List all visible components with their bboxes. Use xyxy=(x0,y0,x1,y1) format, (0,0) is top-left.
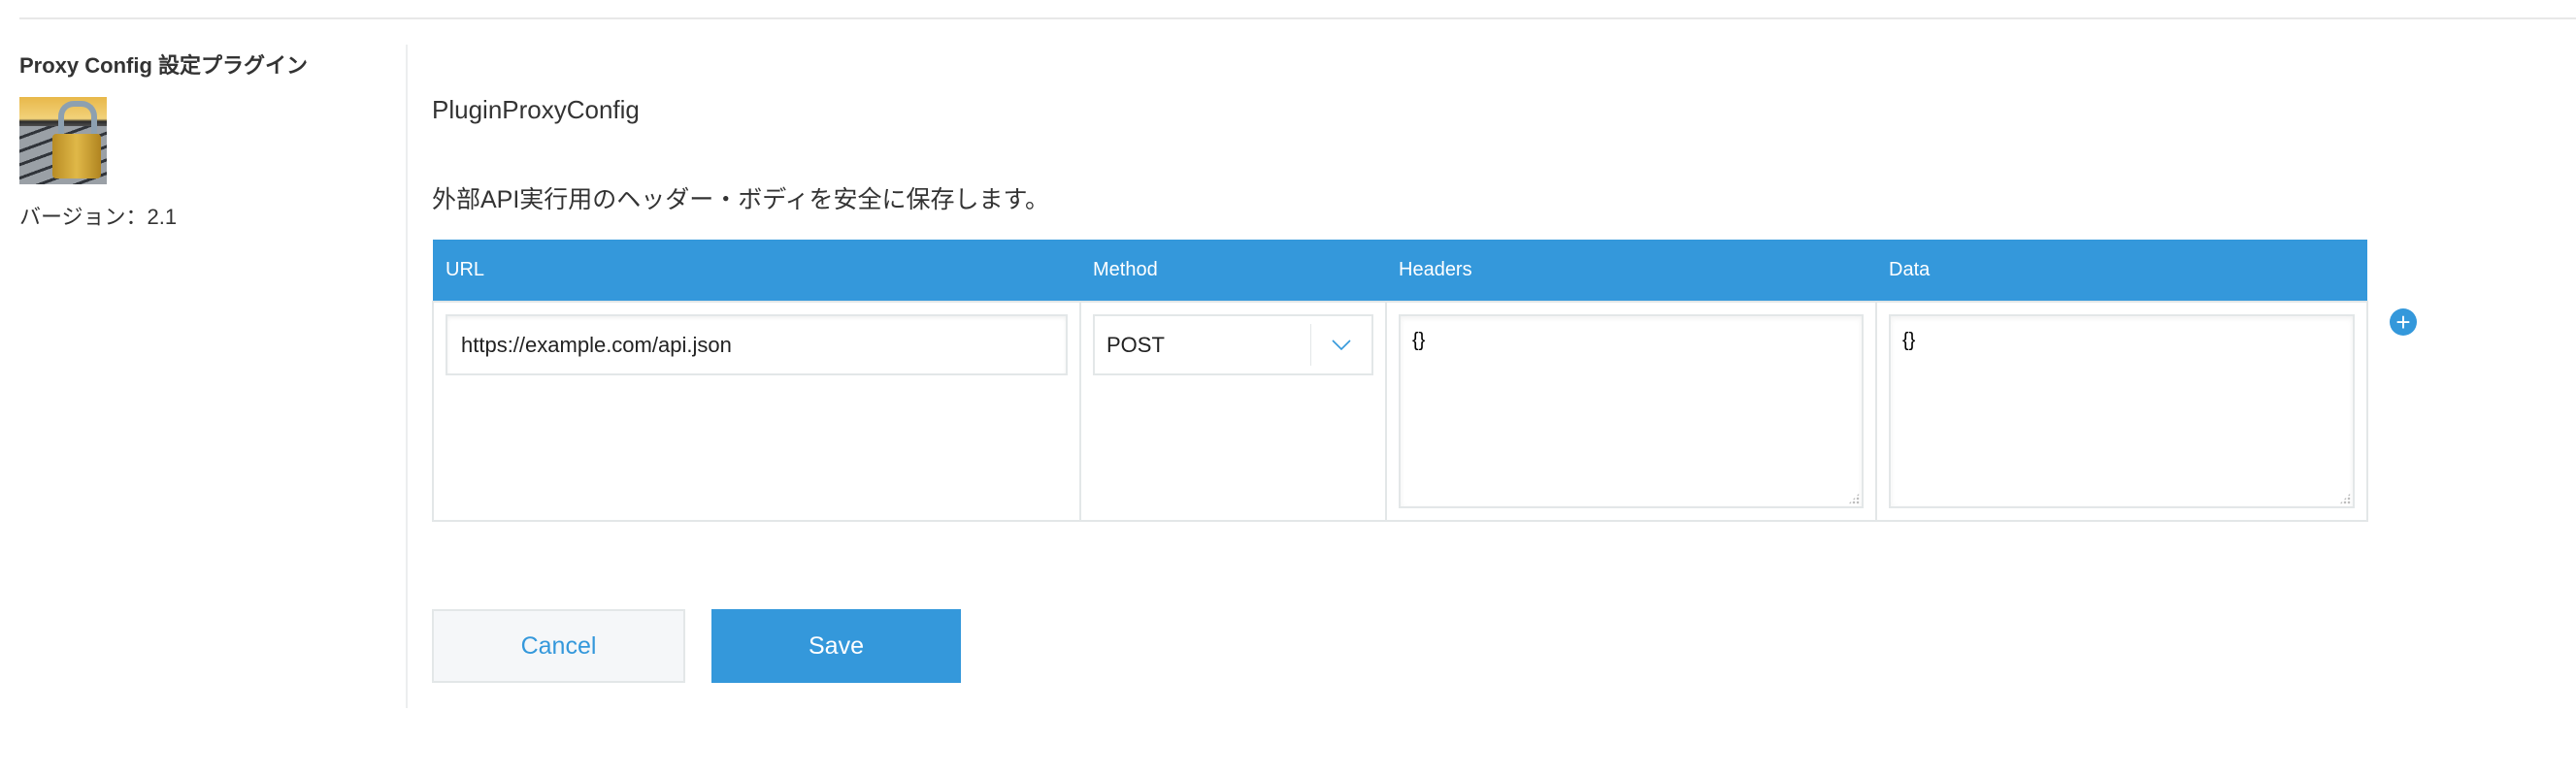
resize-handle-icon[interactable] xyxy=(1848,493,1860,504)
plugin-info: Proxy Config 設定プラグイン バージョン：2.1 xyxy=(19,45,398,231)
method-value: POST xyxy=(1106,333,1165,357)
headers-cell: {} xyxy=(1385,301,1877,522)
plugin-name: PluginProxyConfig xyxy=(432,95,640,124)
column-header-url: URL xyxy=(433,240,1080,302)
method-select[interactable]: POST xyxy=(1093,314,1373,375)
proxy-config-table: URL Method Headers Data https://example.… xyxy=(432,240,2368,522)
headers-textarea[interactable]: {} xyxy=(1399,314,1864,508)
plugin-version: バージョン：2.1 xyxy=(19,205,178,229)
column-header-data: Data xyxy=(1876,240,2367,302)
url-input[interactable]: https://example.com/api.json xyxy=(446,314,1068,375)
data-cell: {} xyxy=(1875,301,2368,522)
save-button[interactable]: Save xyxy=(711,609,961,683)
padlock-keyboard-icon xyxy=(19,97,107,184)
method-cell: POST xyxy=(1079,301,1387,522)
plugin-title: Proxy Config 設定プラグイン xyxy=(19,53,309,78)
data-value: {} xyxy=(1902,330,1916,351)
headers-value: {} xyxy=(1412,330,1426,351)
table-row: https://example.com/api.json POST {} {} xyxy=(432,301,2368,522)
plugin-description: 外部API実行用のヘッダー・ボディを安全に保存します。 xyxy=(432,186,1050,213)
cancel-button[interactable]: Cancel xyxy=(432,609,685,683)
column-header-method: Method xyxy=(1080,240,1386,302)
data-textarea[interactable]: {} xyxy=(1889,314,2355,508)
chevron-down-icon[interactable] xyxy=(1310,324,1371,366)
add-row-button[interactable]: + xyxy=(2390,308,2417,336)
column-header-headers: Headers xyxy=(1386,240,1876,302)
top-divider xyxy=(19,17,2576,19)
vertical-divider xyxy=(406,45,408,708)
resize-handle-icon[interactable] xyxy=(2339,493,2351,504)
url-cell: https://example.com/api.json xyxy=(432,301,1081,522)
